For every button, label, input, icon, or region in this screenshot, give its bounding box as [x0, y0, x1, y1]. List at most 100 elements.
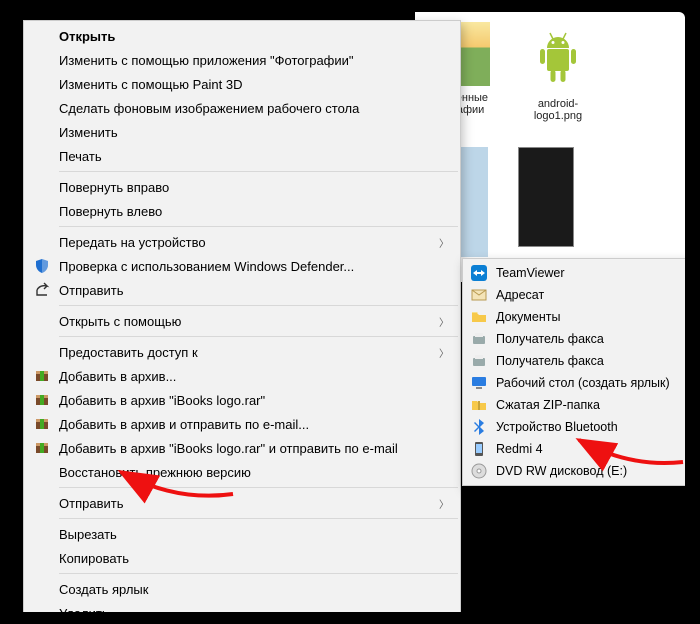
menu-label: Сделать фоновым изображением рабочего ст… [59, 101, 359, 116]
fax-icon [470, 352, 488, 370]
submenu-desktop[interactable]: Рабочий стол (создать ярлык) [464, 372, 685, 394]
menu-label: Изменить с помощью Paint 3D [59, 77, 243, 92]
submenu-label: Устройство Bluetooth [496, 420, 618, 434]
file-thumbnail[interactable] [518, 147, 574, 247]
menu-cut[interactable]: Вырезать [25, 522, 459, 546]
menu-rotate-right[interactable]: Повернуть вправо [25, 175, 459, 199]
menu-restore-previous[interactable]: Восстановить прежнюю версию [25, 460, 459, 484]
menu-label: Печать [59, 149, 102, 164]
menu-separator [59, 336, 458, 337]
chevron-right-icon: 〉 [439, 496, 449, 511]
chevron-right-icon: 〉 [439, 314, 449, 329]
android-icon [533, 30, 583, 85]
menu-label: Передать на устройство [59, 235, 206, 250]
menu-label: Предоставить доступ к [59, 345, 198, 360]
menu-give-access[interactable]: Предоставить доступ к 〉 [25, 340, 459, 364]
submenu-label: Документы [496, 310, 560, 324]
menu-add-rar-email[interactable]: Добавить в архив "iBooks logo.rar" и отп… [25, 436, 459, 460]
bluetooth-icon [470, 418, 488, 436]
mail-icon [470, 286, 488, 304]
submenu-label: Получатель факса [496, 354, 604, 368]
submenu-label: Сжатая ZIP-папка [496, 398, 600, 412]
shield-icon [33, 257, 51, 275]
menu-open[interactable]: Открыть [25, 24, 459, 48]
submenu-fax2[interactable]: Получатель факса [464, 350, 685, 372]
menu-copy[interactable]: Копировать [25, 546, 459, 570]
menu-label: Создать ярлык [59, 582, 148, 597]
chevron-right-icon: 〉 [439, 345, 449, 360]
menu-set-wallpaper[interactable]: Сделать фоновым изображением рабочего ст… [25, 96, 459, 120]
menu-separator [59, 573, 458, 574]
menu-rotate-left[interactable]: Повернуть влево [25, 199, 459, 223]
menu-add-to-archive[interactable]: Добавить в архив... [25, 364, 459, 388]
send-to-submenu: TeamViewer Адресат Документы Получатель … [462, 258, 685, 486]
menu-label: Копировать [59, 551, 129, 566]
menu-edit-photos[interactable]: Изменить с помощью приложения "Фотографи… [25, 48, 459, 72]
menu-label: Открыть [59, 29, 115, 44]
file-thumbnail [523, 22, 593, 92]
menu-separator [59, 171, 458, 172]
menu-label: Изменить с помощью приложения "Фотографи… [59, 53, 354, 68]
menu-edit-paint3d[interactable]: Изменить с помощью Paint 3D [25, 72, 459, 96]
menu-label: Добавить в архив "iBooks logo.rar" [59, 393, 265, 408]
submenu-dvd[interactable]: DVD RW дисковод (E:) [464, 460, 685, 482]
submenu-label: Redmi 4 [496, 442, 543, 456]
menu-archive-email[interactable]: Добавить в архив и отправить по e-mail..… [25, 412, 459, 436]
menu-label: Открыть с помощью [59, 314, 181, 329]
folder-icon [470, 308, 488, 326]
disc-icon [470, 462, 488, 480]
menu-label: Удалить [59, 606, 109, 613]
chevron-right-icon: 〉 [439, 235, 449, 250]
fax-icon [470, 330, 488, 348]
menu-label: Повернуть вправо [59, 180, 169, 195]
menu-label: Отправить [59, 283, 123, 298]
submenu-label: DVD RW дисковод (E:) [496, 464, 627, 478]
menu-label: Изменить [59, 125, 118, 140]
submenu-label: Адресат [496, 288, 544, 302]
teamviewer-icon [470, 264, 488, 282]
menu-delete[interactable]: Удалить [25, 601, 459, 612]
menu-share[interactable]: Отправить [25, 278, 459, 302]
winrar-icon [33, 391, 51, 409]
device-icon [470, 440, 488, 458]
menu-label: Отправить [59, 496, 123, 511]
menu-label: Повернуть влево [59, 204, 162, 219]
menu-separator [59, 226, 458, 227]
submenu-teamviewer[interactable]: TeamViewer [464, 262, 685, 284]
context-menu: Открыть Изменить с помощью приложения "Ф… [23, 20, 461, 612]
menu-label: Проверка с использованием Windows Defend… [59, 259, 354, 274]
winrar-icon [33, 367, 51, 385]
submenu-redmi[interactable]: Redmi 4 [464, 438, 685, 460]
menu-defender[interactable]: Проверка с использованием Windows Defend… [25, 254, 459, 278]
submenu-label: Рабочий стол (создать ярлык) [496, 376, 670, 390]
menu-create-shortcut[interactable]: Создать ярлык [25, 577, 459, 601]
desktop-icon [470, 374, 488, 392]
submenu-bluetooth[interactable]: Устройство Bluetooth [464, 416, 685, 438]
submenu-recipient[interactable]: Адресат [464, 284, 685, 306]
submenu-label: Получатель факса [496, 332, 604, 346]
submenu-label: TeamViewer [496, 266, 565, 280]
submenu-zip[interactable]: Сжатая ZIP-папка [464, 394, 685, 416]
zip-icon [470, 396, 488, 414]
winrar-icon [33, 415, 51, 433]
menu-edit[interactable]: Изменить [25, 120, 459, 144]
menu-label: Вырезать [59, 527, 117, 542]
menu-separator [59, 487, 458, 488]
file-caption: android-logo1.png [518, 98, 598, 122]
winrar-icon [33, 439, 51, 457]
file-item[interactable]: android-logo1.png [518, 22, 598, 122]
menu-cast[interactable]: Передать на устройство 〉 [25, 230, 459, 254]
menu-print[interactable]: Печать [25, 144, 459, 168]
menu-label: Добавить в архив... [59, 369, 176, 384]
menu-open-with[interactable]: Открыть с помощью 〉 [25, 309, 459, 333]
menu-separator [59, 305, 458, 306]
menu-send-to[interactable]: Отправить 〉 [25, 491, 459, 515]
submenu-fax[interactable]: Получатель факса [464, 328, 685, 350]
menu-add-rar[interactable]: Добавить в архив "iBooks logo.rar" [25, 388, 459, 412]
menu-label: Добавить в архив и отправить по e-mail..… [59, 417, 309, 432]
share-icon [33, 281, 51, 299]
explorer-window: храненные тографии [15, 12, 685, 612]
menu-label: Добавить в архив "iBooks logo.rar" и отп… [59, 441, 398, 456]
menu-label: Восстановить прежнюю версию [59, 465, 251, 480]
submenu-documents[interactable]: Документы [464, 306, 685, 328]
